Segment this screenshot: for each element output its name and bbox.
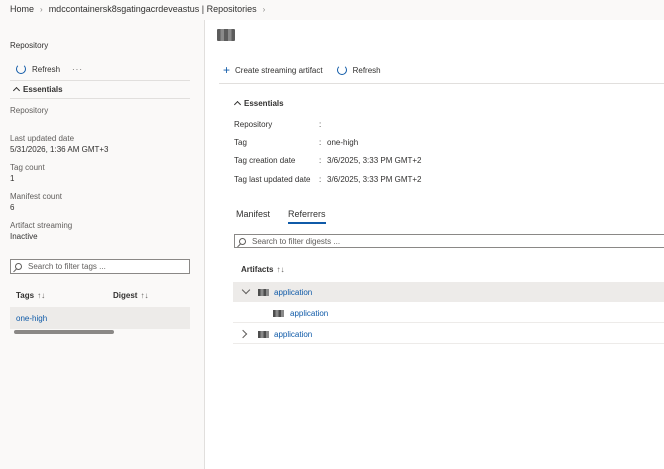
right-toolbar: + Create streaming artifact Refresh: [223, 63, 381, 77]
table-row[interactable]: one-high: [10, 307, 190, 329]
colon: :: [319, 120, 322, 129]
refresh-label: Refresh: [352, 65, 381, 75]
tag-label: Tag: [234, 138, 247, 147]
manifest-count-label: Manifest count: [10, 192, 63, 201]
essentials-section-title: Repository: [10, 106, 49, 115]
tree-row-collapsed[interactable]: application: [233, 324, 664, 344]
artifact-link[interactable]: application: [274, 288, 312, 297]
breadcrumb: Home › mdccontainersk8sgatingacrdeveastu…: [10, 0, 267, 18]
tag-count-label: Tag count: [10, 163, 45, 172]
refresh-icon: [336, 65, 347, 75]
breadcrumb-home[interactable]: Home: [10, 4, 34, 14]
tags-column-header[interactable]: Tags ↑↓: [16, 291, 45, 300]
artifact-icon: [258, 331, 269, 338]
tab-manifest[interactable]: Manifest: [236, 209, 270, 219]
repository-icon: [217, 29, 235, 41]
colon: :: [319, 138, 322, 147]
divider: [219, 83, 664, 84]
refresh-icon: [16, 64, 26, 74]
chevron-up-icon: [12, 86, 21, 95]
tag-creation-date-value: 3/6/2025, 3:33 PM GMT+2: [327, 156, 422, 165]
essentials-header: Essentials: [23, 85, 63, 94]
essentials-toggle[interactable]: Essentials: [233, 99, 284, 109]
tag-value: one-high: [327, 138, 359, 147]
horizontal-scrollbar[interactable]: [14, 330, 114, 334]
breadcrumb-registry[interactable]: mdccontainersk8sgatingacrdeveastus | Rep…: [49, 4, 257, 14]
tag-link[interactable]: one-high: [16, 314, 47, 323]
last-updated-value: 5/31/2026, 1:36 AM GMT+3: [10, 145, 109, 154]
more-icon[interactable]: ···: [72, 65, 83, 74]
refresh-button[interactable]: Refresh: [16, 64, 60, 74]
plus-icon: +: [223, 63, 231, 77]
create-streaming-artifact-button[interactable]: + Create streaming artifact: [223, 63, 323, 77]
chevron-down-icon[interactable]: [241, 285, 251, 295]
tag-last-updated-label: Tag last updated date: [234, 175, 311, 184]
blade-title: Repository: [10, 41, 49, 50]
tree-row-expanded[interactable]: application: [233, 282, 664, 302]
refresh-label: Refresh: [32, 64, 61, 74]
artifact-icon: [258, 289, 269, 296]
sort-icon: ↑↓: [140, 291, 149, 300]
tag-last-updated-value: 3/6/2025, 3:33 PM GMT+2: [327, 175, 422, 184]
search-icon: [239, 237, 246, 245]
repository-label: Repository: [234, 120, 273, 129]
tag-search-placeholder: Search to filter tags ...: [28, 262, 106, 271]
colon: :: [319, 156, 322, 165]
divider: [10, 98, 190, 99]
chevron-right-icon: ›: [40, 4, 43, 14]
tag-detail-blade: + Create streaming artifact Refresh Esse…: [204, 20, 664, 469]
chevron-up-icon: [233, 100, 242, 109]
artifact-streaming-value: Inactive: [10, 232, 38, 241]
digest-search-input[interactable]: Search to filter digests ...: [234, 234, 664, 248]
repository-blade: Repository Refresh ··· Essentials Reposi…: [0, 26, 200, 469]
artifacts-column-label: Artifacts: [241, 265, 274, 274]
artifact-link[interactable]: application: [290, 309, 328, 318]
sort-icon: ↑↓: [276, 265, 285, 274]
artifact-icon: [273, 310, 284, 317]
tree-row-child[interactable]: application: [233, 303, 664, 323]
search-icon: [15, 263, 22, 270]
tab-referrers[interactable]: Referrers: [288, 209, 326, 224]
chevron-right-icon: ›: [262, 4, 266, 14]
divider: [10, 80, 190, 81]
digest-column-label: Digest: [113, 291, 138, 300]
digest-column-header[interactable]: Digest ↑↓: [113, 291, 148, 300]
tag-count-value: 1: [10, 174, 15, 183]
create-label: Create streaming artifact: [235, 65, 323, 75]
essentials-toggle[interactable]: Essentials: [12, 85, 63, 95]
chevron-right-icon[interactable]: [238, 329, 248, 339]
artifacts-column-header[interactable]: Artifacts ↑↓: [241, 265, 284, 274]
digest-search-placeholder: Search to filter digests ...: [252, 236, 341, 246]
sort-icon: ↑↓: [37, 291, 46, 300]
left-toolbar: Refresh ···: [16, 64, 83, 74]
artifact-link[interactable]: application: [274, 330, 312, 339]
tags-column-label: Tags: [16, 291, 35, 300]
tag-search-input[interactable]: Search to filter tags ...: [10, 259, 190, 274]
colon: :: [319, 175, 322, 184]
essentials-header: Essentials: [244, 99, 284, 108]
tag-creation-date-label: Tag creation date: [234, 156, 296, 165]
last-updated-label: Last updated date: [10, 134, 75, 143]
refresh-button[interactable]: Refresh: [336, 65, 381, 75]
artifact-streaming-label: Artifact streaming: [10, 221, 73, 230]
manifest-count-value: 6: [10, 203, 15, 212]
